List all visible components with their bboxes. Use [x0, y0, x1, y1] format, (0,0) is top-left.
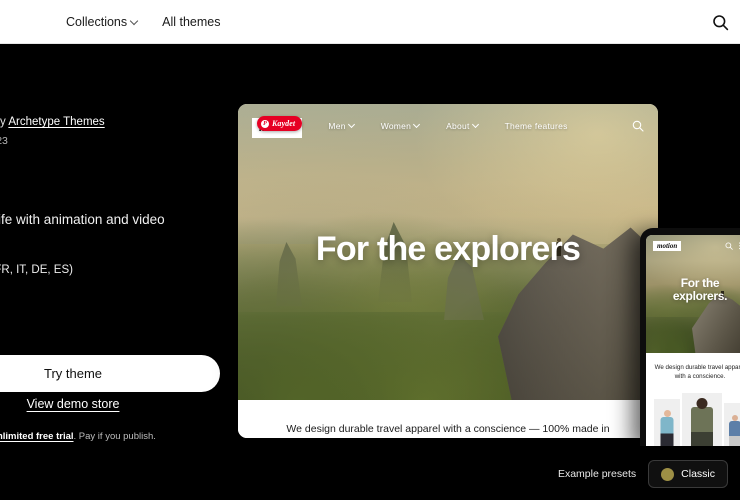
top-nav-right-group: Log in — [700, 0, 740, 44]
mobile-body-text: We design durable travel apparel with a … — [654, 364, 740, 380]
features-list: slations (EN, FR, IT, DE, ES) ifier own … — [0, 262, 73, 369]
preview-nav-item-women[interactable]: Women — [381, 121, 420, 131]
nav-item-all-themes-label: All themes — [162, 15, 221, 29]
list-item: own timer — [0, 298, 73, 316]
preset-button-classic-label: Classic — [681, 468, 715, 480]
preset-button-classic[interactable]: Classic — [648, 460, 728, 488]
theme-preview-desktop[interactable]: Men Women About Theme features P Kaydet … — [238, 104, 658, 438]
list-item: slations (EN, FR, IT, DE, ES) — [0, 264, 73, 276]
pinterest-icon: P — [261, 119, 269, 128]
mobile-site-header: motion — [646, 235, 740, 257]
theme-title-row: tion by Archetype Themes — [0, 96, 105, 133]
free-trial-rest: . Pay if you publish. — [73, 431, 156, 442]
nav-item-collections[interactable]: Collections — [66, 15, 138, 29]
desktop-preview-frame: Men Women About Theme features P Kaydet … — [238, 104, 658, 438]
product-image[interactable] — [654, 399, 680, 446]
preview-body-text: We design durable travel apparel with a … — [286, 423, 610, 435]
search-icon[interactable] — [725, 237, 733, 255]
mobile-header-icons — [725, 237, 740, 255]
mobile-preview-screen: motion For the explorers. We design dura… — [646, 235, 740, 446]
page-root: nes Collections All themes Log in tion — [0, 0, 740, 500]
example-presets-bar: Example presets Classic — [558, 460, 728, 488]
free-trial-bold[interactable]: Unlimited free trial — [0, 431, 74, 442]
preview-nav-item-theme-features[interactable]: Theme features — [505, 121, 568, 131]
theme-version-date: 1.2 • May 4, 2023 — [0, 135, 8, 147]
try-theme-button[interactable]: Try theme — [0, 355, 220, 392]
preview-store-logo: motion® P Kaydet — [252, 116, 303, 138]
preview-search-icon[interactable] — [632, 119, 644, 137]
preview-hero-heading: For the explorers — [315, 230, 581, 268]
example-presets-label: Example presets — [557, 468, 637, 480]
mobile-body-section: We design durable travel apparel with a … — [646, 353, 740, 446]
product-image[interactable] — [724, 403, 740, 446]
top-navigation-bar: nes Collections All themes Log in — [0, 0, 740, 44]
chevron-down-icon — [349, 122, 355, 128]
top-nav-links: Collections All themes — [66, 0, 221, 44]
mobile-store-logo: motion — [653, 240, 682, 252]
mobile-product-grid — [654, 393, 740, 446]
list-item: ew — [0, 333, 73, 351]
view-demo-store-link[interactable]: View demo store — [0, 397, 220, 411]
free-trial-note: Unlimited free trial. Pay if you publish… — [0, 431, 220, 442]
list-item: ifier — [0, 280, 73, 298]
color-swatch-icon — [661, 467, 675, 481]
pinterest-save-label: Kaydet — [272, 119, 296, 128]
theme-author-link[interactable]: Archetype Themes — [8, 116, 104, 128]
mobile-hero-heading-line2: explorers. — [672, 289, 728, 303]
list-item: watches — [0, 315, 73, 333]
preview-nav-item-women-label: Women — [380, 121, 412, 131]
preview-nav-item-about-label: About — [446, 121, 470, 131]
model-figure — [660, 417, 674, 446]
pinterest-save-button[interactable]: P Kaydet — [257, 116, 303, 131]
product-image[interactable] — [682, 393, 722, 446]
preview-body-section: We design durable travel apparel with a … — [238, 400, 658, 438]
chevron-down-icon — [414, 122, 420, 128]
model-figure — [691, 407, 713, 446]
theme-tagline: ur brand to life with animation and vide… — [0, 212, 165, 227]
byline-prefix: by — [0, 116, 6, 128]
preview-nav-item-men-label: Men — [328, 121, 346, 131]
model-figure — [729, 421, 740, 446]
chevron-down-icon — [473, 122, 479, 128]
search-icon[interactable] — [700, 0, 740, 44]
preview-site-header: Men Women About Theme features P Kaydet — [238, 104, 658, 148]
theme-byline: by Archetype Themes — [0, 116, 105, 133]
preview-nav-item-about[interactable]: About — [446, 121, 478, 131]
nav-item-all-themes[interactable]: All themes — [162, 15, 220, 29]
preview-nav-item-men[interactable]: Men — [328, 121, 354, 131]
chevron-down-icon — [131, 18, 138, 25]
nav-item-collections-label: Collections — [66, 15, 128, 29]
theme-detail-column: tion by Archetype Themes 1.2 • May 4, 20… — [0, 44, 226, 500]
preview-nav-item-theme-features-label: Theme features — [504, 121, 568, 131]
mobile-hero-heading: For the explorers. — [646, 277, 740, 303]
